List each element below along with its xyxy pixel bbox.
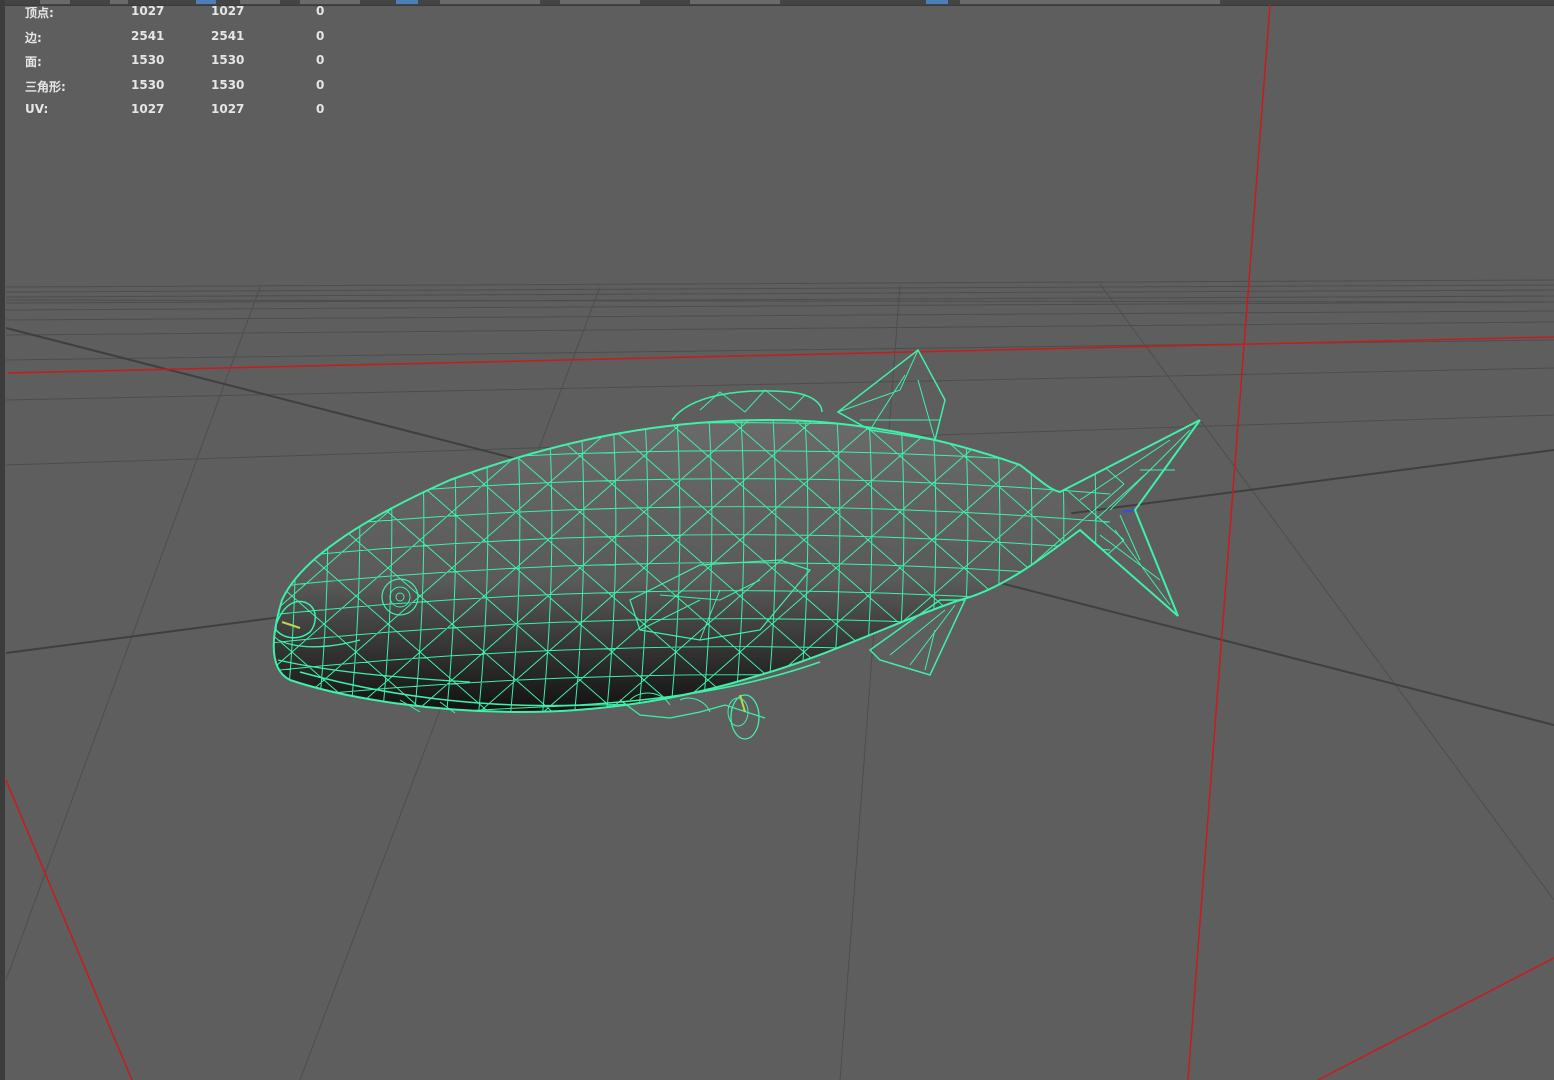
hud-value: 0	[316, 28, 325, 43]
hud-value: 2541	[211, 28, 245, 43]
hud-row-faces: 面: 1530 1530 0	[25, 53, 345, 78]
hud-row-edges: 边: 2541 2541 0	[25, 29, 345, 54]
hud-label: 三角形:	[25, 79, 66, 94]
hud-value: 0	[316, 102, 325, 116]
hud-value: 0	[316, 53, 325, 67]
poly-count-hud: 顶点: 1027 1027 0 边: 2541 2541 0 面: 1530 1…	[25, 4, 345, 127]
hud-label: 面:	[25, 55, 42, 69]
hud-value: 1027	[211, 4, 245, 18]
hud-value: 1530	[131, 77, 165, 92]
hud-value: 1027	[131, 4, 165, 18]
hud-row-triangles: 三角形: 1530 1530 0	[25, 78, 345, 103]
3d-viewport[interactable]: 顶点: 1027 1027 0 边: 2541 2541 0 面: 1530 1…	[0, 0, 1554, 1080]
hud-value: 1027	[131, 102, 165, 116]
hud-value: 1530	[211, 53, 245, 67]
scene-canvas[interactable]	[0, 0, 1554, 1080]
ground-grid	[5, 279, 1554, 1080]
hud-label: 顶点:	[25, 6, 54, 20]
hud-label: UV:	[25, 102, 49, 116]
hud-value: 0	[316, 77, 325, 92]
hud-label: 边:	[25, 30, 42, 45]
hud-row-vertices: 顶点: 1027 1027 0	[25, 4, 345, 29]
hud-value: 0	[316, 4, 325, 18]
hud-row-uv: UV: 1027 1027 0	[25, 102, 345, 127]
hud-value: 1027	[211, 102, 245, 116]
hud-value: 2541	[131, 28, 165, 43]
hud-value: 1530	[211, 77, 245, 92]
hud-value: 1530	[131, 53, 165, 67]
fish-wireframe-icon[interactable]	[254, 348, 1201, 740]
